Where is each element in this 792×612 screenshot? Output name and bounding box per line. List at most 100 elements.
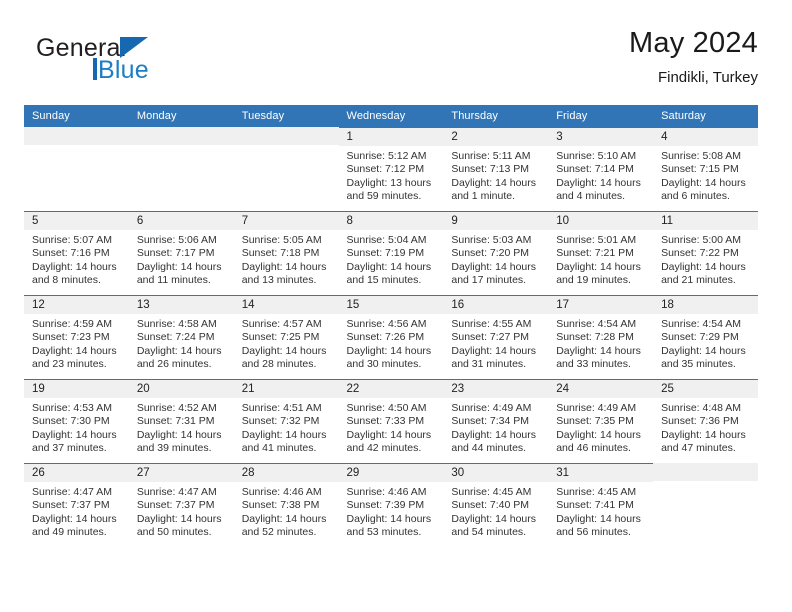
daylight-duration-line1: Daylight: 14 hours: [241, 260, 327, 273]
weekday-header-friday: Friday: [548, 105, 654, 127]
day-cell[interactable]: 11 Sunrise: 5:00 AM Sunset: 7:22 PM Dayligh…: [653, 211, 758, 295]
calendar-day-cell: [233, 127, 339, 211]
weekday-header-thursday: Thursday: [443, 105, 549, 127]
logo-text-blue: Blue: [98, 56, 149, 84]
day-number: 2: [443, 128, 549, 146]
day-details: Sunrise: 4:53 AM Sunset: 7:30 PM Daylight:…: [24, 398, 129, 456]
day-cell[interactable]: 7 Sunrise: 5:05 AM Sunset: 7:18 PM Daylight…: [233, 211, 339, 295]
page-title: May 2024: [629, 27, 758, 59]
day-cell[interactable]: 23 Sunrise: 4:49 AM Sunset: 7:34 PM Dayligh…: [443, 379, 549, 463]
day-cell[interactable]: 25 Sunrise: 4:48 AM Sunset: 7:36 PM Dayligh…: [653, 379, 758, 463]
day-details: Sunrise: 5:11 AM Sunset: 7:13 PM Daylight:…: [443, 146, 548, 204]
day-cell[interactable]: 13 Sunrise: 4:58 AM Sunset: 7:24 PM Dayligh…: [128, 295, 234, 379]
sunset-time: Sunset: 7:30 PM: [32, 415, 110, 428]
day-number: 13: [128, 296, 234, 314]
daylight-duration-line1: Daylight: 14 hours: [556, 344, 641, 357]
day-cell[interactable]: 8 Sunrise: 5:04 AM Sunset: 7:19 PM Daylight…: [338, 211, 444, 295]
day-cell[interactable]: 18 Sunrise: 4:54 AM Sunset: 7:29 PM Dayligh…: [653, 295, 758, 379]
sunset-time: Sunset: 7:31 PM: [136, 415, 215, 428]
day-cell[interactable]: 30 Sunrise: 4:45 AM Sunset: 7:40 PM Dayligh…: [443, 463, 549, 547]
sunset-time: Sunset: 7:17 PM: [136, 247, 215, 260]
calendar-day-cell: 13 Sunrise: 4:58 AM Sunset: 7:24 PM Dayligh…: [128, 295, 234, 379]
daylight-duration-line2: and 15 minutes.: [346, 274, 422, 287]
day-cell[interactable]: 20 Sunrise: 4:52 AM Sunset: 7:31 PM Dayligh…: [128, 379, 234, 463]
day-cell[interactable]: 3 Sunrise: 5:10 AM Sunset: 7:14 PM Daylight…: [548, 127, 654, 211]
calendar-day-cell: 2 Sunrise: 5:11 AM Sunset: 7:13 PM Daylight…: [443, 127, 549, 211]
calendar-day-cell: 19 Sunrise: 4:53 AM Sunset: 7:30 PM Dayligh…: [24, 379, 129, 463]
calendar-day-cell: 23 Sunrise: 4:49 AM Sunset: 7:34 PM Dayligh…: [443, 379, 549, 463]
day-cell[interactable]: 1 Sunrise: 5:12 AM Sunset: 7:12 PM Daylight…: [338, 127, 444, 211]
daylight-duration-line1: Daylight: 14 hours: [346, 260, 432, 273]
daylight-duration-line1: Daylight: 14 hours: [451, 260, 537, 273]
day-details: Sunrise: 5:12 AM Sunset: 7:12 PM Daylight:…: [339, 146, 444, 204]
day-cell[interactable]: 16 Sunrise: 4:55 AM Sunset: 7:27 PM Dayligh…: [443, 295, 549, 379]
day-cell[interactable]: 12 Sunrise: 4:59 AM Sunset: 7:23 PM Dayligh…: [24, 295, 129, 379]
day-cell[interactable]: 10 Sunrise: 5:01 AM Sunset: 7:21 PM Dayligh…: [548, 211, 654, 295]
daylight-duration-line1: Daylight: 14 hours: [136, 344, 222, 357]
daylight-duration-line1: Daylight: 14 hours: [346, 512, 432, 525]
day-details: Sunrise: 4:56 AM Sunset: 7:26 PM Daylight:…: [339, 314, 444, 372]
weekday-header-saturday: Saturday: [653, 105, 758, 127]
day-cell[interactable]: 22 Sunrise: 4:50 AM Sunset: 7:33 PM Dayligh…: [338, 379, 444, 463]
sunset-time: Sunset: 7:19 PM: [346, 247, 425, 260]
calendar-day-cell: 28 Sunrise: 4:46 AM Sunset: 7:38 PM Dayligh…: [233, 463, 339, 547]
daylight-duration-line1: Daylight: 14 hours: [346, 428, 432, 441]
sunrise-time: Sunrise: 5:06 AM: [136, 234, 217, 246]
sunrise-time: Sunrise: 4:45 AM: [556, 486, 637, 498]
sunset-time: Sunset: 7:13 PM: [451, 163, 530, 176]
day-number: 30: [443, 464, 549, 482]
sunset-time: Sunset: 7:39 PM: [346, 499, 425, 512]
day-cell[interactable]: 27 Sunrise: 4:47 AM Sunset: 7:37 PM Dayligh…: [128, 463, 234, 547]
daylight-duration-line2: and 37 minutes.: [32, 442, 107, 455]
day-details: Sunrise: 4:54 AM Sunset: 7:28 PM Daylight:…: [548, 314, 653, 372]
sunrise-time: Sunrise: 5:08 AM: [661, 150, 742, 162]
day-cell[interactable]: 4 Sunrise: 5:08 AM Sunset: 7:15 PM Daylight…: [653, 127, 758, 211]
day-details: Sunrise: 4:46 AM Sunset: 7:39 PM Daylight:…: [339, 482, 444, 540]
day-cell[interactable]: 14 Sunrise: 4:57 AM Sunset: 7:25 PM Dayligh…: [233, 295, 339, 379]
day-number: 18: [653, 296, 758, 314]
daylight-duration-line1: Daylight: 14 hours: [136, 260, 222, 273]
daylight-duration-line1: Daylight: 13 hours: [346, 176, 432, 189]
day-cell[interactable]: 17 Sunrise: 4:54 AM Sunset: 7:28 PM Dayligh…: [548, 295, 654, 379]
day-number: 4: [653, 128, 758, 146]
day-number: [128, 127, 234, 145]
day-cell[interactable]: 28 Sunrise: 4:46 AM Sunset: 7:38 PM Dayligh…: [233, 463, 339, 547]
day-number: 29: [338, 464, 444, 482]
day-cell[interactable]: 24 Sunrise: 4:49 AM Sunset: 7:35 PM Dayligh…: [548, 379, 654, 463]
daylight-duration-line1: Daylight: 14 hours: [661, 428, 746, 441]
day-details: Sunrise: 4:58 AM Sunset: 7:24 PM Daylight:…: [129, 314, 234, 372]
day-number: 7: [233, 212, 339, 230]
day-cell[interactable]: 26 Sunrise: 4:47 AM Sunset: 7:37 PM Dayligh…: [24, 463, 129, 547]
sunset-time: Sunset: 7:12 PM: [346, 163, 425, 176]
day-details: Sunrise: 4:45 AM Sunset: 7:40 PM Daylight:…: [443, 482, 548, 540]
daylight-duration-line2: and 23 minutes.: [32, 358, 107, 371]
sunrise-time: Sunrise: 5:00 AM: [661, 234, 742, 246]
daylight-duration-line1: Daylight: 14 hours: [556, 176, 641, 189]
day-cell[interactable]: 2 Sunrise: 5:11 AM Sunset: 7:13 PM Daylight…: [443, 127, 549, 211]
sunrise-time: Sunrise: 5:07 AM: [32, 234, 112, 246]
calendar-week-row: 26 Sunrise: 4:47 AM Sunset: 7:37 PM Dayligh…: [24, 463, 758, 547]
calendar-day-cell: [128, 127, 234, 211]
calendar-day-cell: 4 Sunrise: 5:08 AM Sunset: 7:15 PM Daylight…: [653, 127, 758, 211]
daylight-duration-line1: Daylight: 14 hours: [556, 428, 641, 441]
day-details: Sunrise: 5:10 AM Sunset: 7:14 PM Daylight:…: [548, 146, 653, 204]
daylight-duration-line1: Daylight: 14 hours: [241, 428, 327, 441]
calendar-day-cell: 30 Sunrise: 4:45 AM Sunset: 7:40 PM Dayligh…: [443, 463, 549, 547]
weekday-header-tuesday: Tuesday: [233, 105, 339, 127]
day-cell[interactable]: 5 Sunrise: 5:07 AM Sunset: 7:16 PM Daylight…: [24, 211, 129, 295]
day-number: 26: [24, 464, 129, 482]
day-cell[interactable]: 21 Sunrise: 4:51 AM Sunset: 7:32 PM Dayligh…: [233, 379, 339, 463]
day-details: Sunrise: 4:55 AM Sunset: 7:27 PM Daylight:…: [443, 314, 548, 372]
day-cell[interactable]: 6 Sunrise: 5:06 AM Sunset: 7:17 PM Daylight…: [128, 211, 234, 295]
day-cell[interactable]: 31 Sunrise: 4:45 AM Sunset: 7:41 PM Dayligh…: [548, 463, 654, 547]
daylight-duration-line2: and 49 minutes.: [32, 526, 107, 539]
general-blue-logo[interactable]: General Blue: [36, 34, 226, 90]
day-cell[interactable]: 15 Sunrise: 4:56 AM Sunset: 7:26 PM Dayligh…: [338, 295, 444, 379]
day-details: Sunrise: 5:01 AM Sunset: 7:21 PM Daylight:…: [548, 230, 653, 288]
day-cell[interactable]: 19 Sunrise: 4:53 AM Sunset: 7:30 PM Dayligh…: [24, 379, 129, 463]
day-cell[interactable]: 9 Sunrise: 5:03 AM Sunset: 7:20 PM Daylight…: [443, 211, 549, 295]
day-cell[interactable]: 29 Sunrise: 4:46 AM Sunset: 7:39 PM Dayligh…: [338, 463, 444, 547]
weekday-header-row: Sunday Monday Tuesday Wednesday Thursday…: [24, 105, 758, 127]
sunrise-time: Sunrise: 5:01 AM: [556, 234, 637, 246]
daylight-duration-line2: and 50 minutes.: [136, 526, 212, 539]
